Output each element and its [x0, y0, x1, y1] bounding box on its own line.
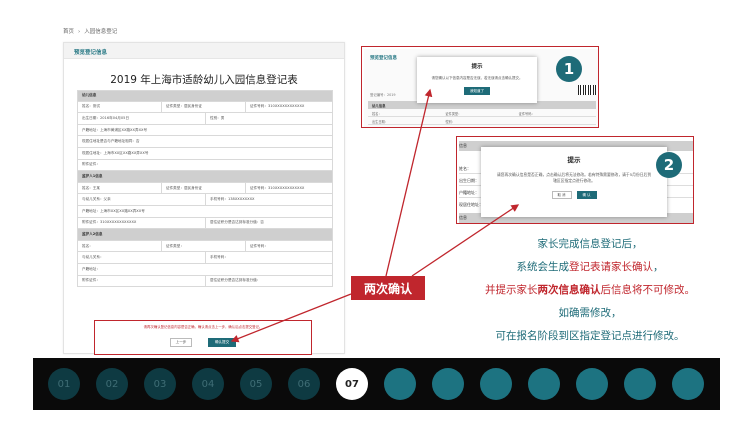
step-02[interactable]: 02	[96, 368, 128, 400]
step-upcoming[interactable]	[432, 368, 464, 400]
description-text: 家长完成信息登记后， 系统会生成登记表请家长确认， 并提示家长两次信息确认后信息…	[430, 233, 750, 348]
step-06[interactable]: 06	[288, 368, 320, 400]
step-upcoming[interactable]	[528, 368, 560, 400]
step-04[interactable]: 04	[192, 368, 224, 400]
step-07[interactable]: 07	[336, 368, 368, 400]
step-01[interactable]: 01	[48, 368, 80, 400]
step-upcoming[interactable]	[672, 368, 704, 400]
arrow-to-confirm-button	[230, 293, 352, 343]
desc-line-1: 家长完成信息登记后，	[537, 238, 643, 250]
two-confirmations-label: 两次确认	[351, 276, 425, 300]
step-upcoming[interactable]	[480, 368, 512, 400]
step-navigation-bar: 01 02 03 04 05 06 07	[33, 358, 720, 410]
step-05[interactable]: 05	[240, 368, 272, 400]
desc-line-5: 可在报名阶段到区指定登记点进行修改。	[495, 330, 685, 342]
step-upcoming[interactable]	[384, 368, 416, 400]
step-upcoming[interactable]	[624, 368, 656, 400]
desc-line-4: 如确需修改，	[558, 307, 622, 319]
desc-line-2: 系统会生成登记表请家长确认，	[516, 261, 664, 273]
step-03[interactable]: 03	[144, 368, 176, 400]
step-upcoming[interactable]	[576, 368, 608, 400]
desc-line-3: 并提示家长两次信息确认后信息将不可修改。	[485, 284, 695, 296]
arrow-to-dialog-1	[385, 88, 433, 277]
